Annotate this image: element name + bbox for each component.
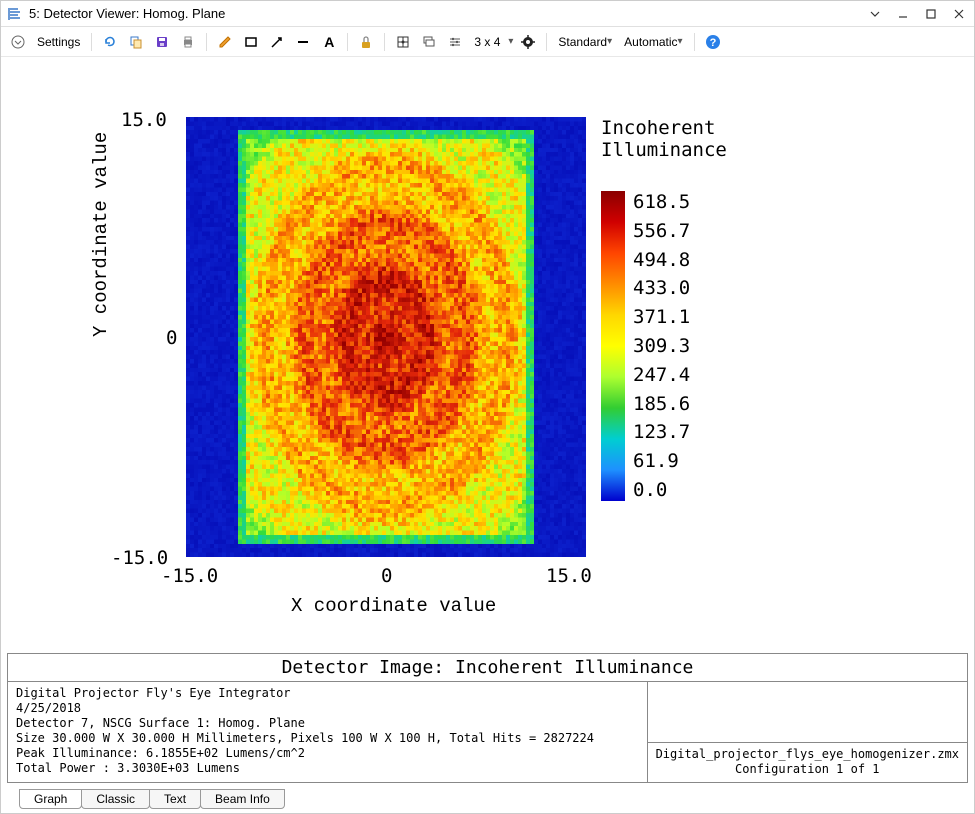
colorbar-tick: 0.0 [633,479,690,501]
info-filename: Digital_projector_flys_eye_homogenizer.z… [648,743,967,782]
save-button[interactable] [151,31,173,53]
content: Y coordinate value 15.0 0 -15.0 -15.0 0 … [1,57,974,813]
chevron-down-icon: ▾ [508,36,513,47]
y-axis-label: Y coordinate value [90,132,112,337]
tab-text[interactable]: Text [149,789,201,809]
colorbar-tick: 123.7 [633,421,690,443]
toolbar: Settings A 3 x 4 ▾ Standard ▾ Automatic … [1,27,974,57]
arrow-tool[interactable] [266,31,288,53]
x-tick: -15.0 [161,565,218,587]
refresh-button[interactable] [99,31,121,53]
info-text: Digital Projector Fly's Eye Integrator 4… [8,682,648,782]
svg-text:?: ? [709,37,716,49]
colorbar-tick: 309.3 [633,335,690,357]
colorbar-tick: 494.8 [633,249,690,271]
x-tick: 0 [381,565,392,587]
heatmap-plot[interactable] [186,117,586,557]
target-button[interactable] [517,31,539,53]
colorbar-tick: 371.1 [633,306,690,328]
y-tick: -15.0 [111,547,168,569]
fit-button[interactable] [392,31,414,53]
colorbar-ticks: 618.5 556.7 494.8 433.0 371.1 309.3 247.4 185.6… [633,191,690,501]
separator [546,33,547,51]
colorbar-tick: 247.4 [633,364,690,386]
pencil-tool[interactable] [214,31,236,53]
colorbar-tick: 618.5 [633,191,690,213]
separator [206,33,207,51]
colorbar-tick: 185.6 [633,393,690,415]
info-panel-title: Detector Image: Incoherent Illuminance [8,654,967,682]
y-tick: 0 [166,327,177,349]
maximize-button[interactable] [922,5,940,23]
colorbar-tick: 433.0 [633,277,690,299]
x-axis-label: X coordinate value [291,595,496,617]
separator [347,33,348,51]
separator [91,33,92,51]
x-tick: 15.0 [546,565,592,587]
heatmap-canvas [186,117,586,557]
rectangle-tool[interactable] [240,31,262,53]
lock-button[interactable] [355,31,377,53]
close-button[interactable] [950,5,968,23]
app-icon [7,6,23,22]
bottom-tabs: GraphClassicTextBeam Info [1,787,974,813]
tab-graph[interactable]: Graph [19,789,82,809]
chevron-down-icon: ▾ [678,36,683,47]
legend-title-1: Incoherent [601,117,727,139]
grid-size-label[interactable]: 3 x 4 [470,31,504,53]
window-controls [866,5,968,23]
expand-settings-button[interactable] [7,31,29,53]
info-panel: Detector Image: Incoherent Illuminance D… [7,653,968,783]
settings-button[interactable]: Settings [33,31,84,53]
copy-button[interactable] [125,31,147,53]
standard-dropdown[interactable]: Standard ▾ [554,31,616,53]
colorbar-tick: 61.9 [633,450,690,472]
help-button[interactable]: ? [702,31,724,53]
tab-beam-info[interactable]: Beam Info [200,789,285,809]
detector-viewer-window: 5: Detector Viewer: Homog. Plane Setting… [0,0,975,814]
y-tick: 15.0 [121,109,167,131]
text-tool[interactable]: A [318,31,340,53]
title-bar: 5: Detector Viewer: Homog. Plane [1,1,974,27]
minimize-button[interactable] [894,5,912,23]
colorbar-tick: 556.7 [633,220,690,242]
info-empty [648,682,967,743]
plot-area: Y coordinate value 15.0 0 -15.0 -15.0 0 … [1,57,974,653]
automatic-dropdown[interactable]: Automatic ▾ [620,31,686,53]
window-title: 5: Detector Viewer: Homog. Plane [29,6,860,21]
separator [694,33,695,51]
line-tool[interactable] [292,31,314,53]
colorbar-legend: Incoherent Illuminance 618.5 556.7 494.8 43… [601,117,727,501]
colorbar [601,191,625,501]
legend-title-2: Illuminance [601,139,727,161]
dropdown-button[interactable] [866,5,884,23]
stack-button[interactable] [418,31,440,53]
chevron-down-icon: ▾ [607,36,612,47]
print-button[interactable] [177,31,199,53]
separator [384,33,385,51]
tab-classic[interactable]: Classic [81,789,150,809]
settings-icon[interactable] [444,31,466,53]
